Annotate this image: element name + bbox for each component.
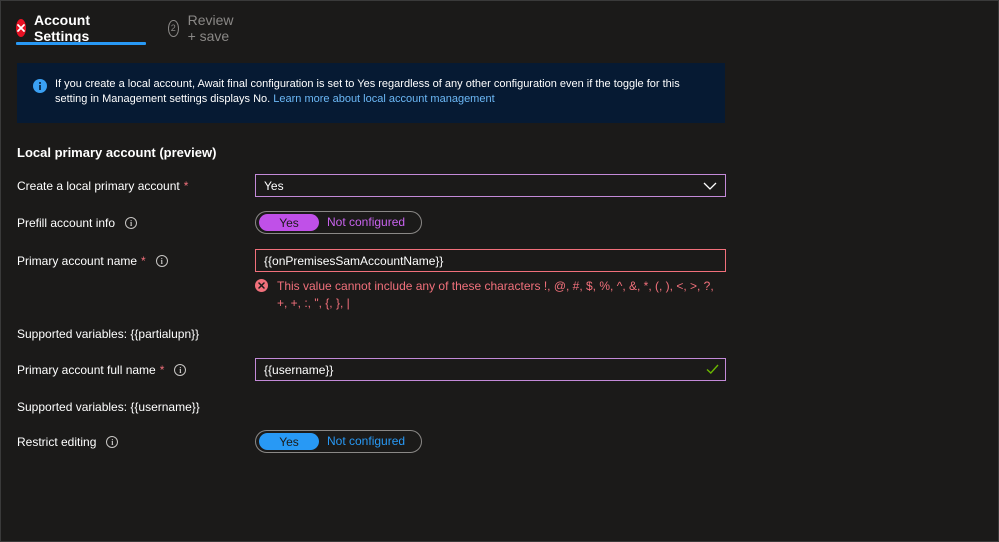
tab-review-save[interactable]: 2 Review + save	[168, 12, 240, 44]
toggle-yes-option[interactable]: Yes	[259, 433, 319, 450]
primary-account-full-name-label: Primary account full name * i	[17, 363, 187, 377]
primary-account-name-input[interactable]: {{onPremisesSamAccountName}}	[255, 249, 726, 272]
dropdown-selected-value: Yes	[264, 178, 284, 193]
chevron-down-icon	[703, 180, 717, 194]
required-marker: *	[183, 179, 189, 193]
tab-account-settings[interactable]: Account Settings	[16, 12, 98, 44]
info-icon[interactable]: i	[174, 364, 187, 376]
tab-review-save-label: Review + save	[187, 12, 234, 44]
primary-account-full-name-text: Primary account full name	[17, 363, 156, 377]
primary-account-full-name-input[interactable]: {{username}}	[255, 358, 726, 381]
restrict-editing-label: Restrict editing i	[17, 435, 119, 449]
primary-account-name-label: Primary account name * i	[17, 254, 168, 268]
validation-error-text: This value cannot include any of these c…	[277, 279, 714, 310]
error-icon	[16, 19, 26, 37]
prefill-account-text: Prefill account info	[17, 216, 116, 230]
restrict-editing-toggle[interactable]: Yes Not configured	[255, 430, 422, 453]
checkmark-icon	[706, 363, 719, 378]
info-banner: If you create a local account, Await fin…	[17, 63, 725, 123]
step-number-badge: 2	[168, 19, 179, 37]
info-icon[interactable]: i	[106, 436, 119, 448]
toggle-yes-option[interactable]: Yes	[259, 214, 319, 231]
supported-variables-username: Supported variables: {{username}}	[17, 400, 200, 414]
active-tab-indicator	[16, 42, 146, 45]
create-local-account-label: Create a local primary account *	[17, 179, 188, 193]
error-icon	[255, 279, 268, 292]
primary-account-name-text: Primary account name	[17, 254, 138, 268]
toggle-not-configured-option[interactable]: Not configured	[327, 434, 405, 448]
info-icon	[33, 79, 47, 93]
toggle-not-configured-option[interactable]: Not configured	[327, 215, 405, 229]
section-title: Local primary account (preview)	[17, 145, 217, 160]
info-icon[interactable]: i	[155, 255, 168, 267]
create-local-account-text: Create a local primary account	[17, 179, 180, 193]
tab-account-settings-label: Account Settings	[34, 12, 90, 44]
input-value: {{onPremisesSamAccountName}}	[264, 253, 444, 268]
supported-variables-partialupn: Supported variables: {{partialupn}}	[17, 327, 200, 341]
prefill-account-toggle[interactable]: Yes Not configured	[255, 211, 422, 234]
required-marker: *	[141, 254, 146, 268]
input-value: {{username}}	[264, 362, 334, 377]
required-marker: *	[159, 363, 165, 377]
learn-more-link[interactable]: Learn more about local account managemen…	[273, 93, 494, 105]
info-icon[interactable]: i	[125, 217, 138, 229]
create-local-account-dropdown[interactable]: Yes	[255, 174, 726, 197]
validation-error: This value cannot include any of these c…	[255, 278, 725, 312]
prefill-account-label: Prefill account info i	[17, 216, 138, 230]
restrict-editing-text: Restrict editing	[17, 435, 97, 449]
